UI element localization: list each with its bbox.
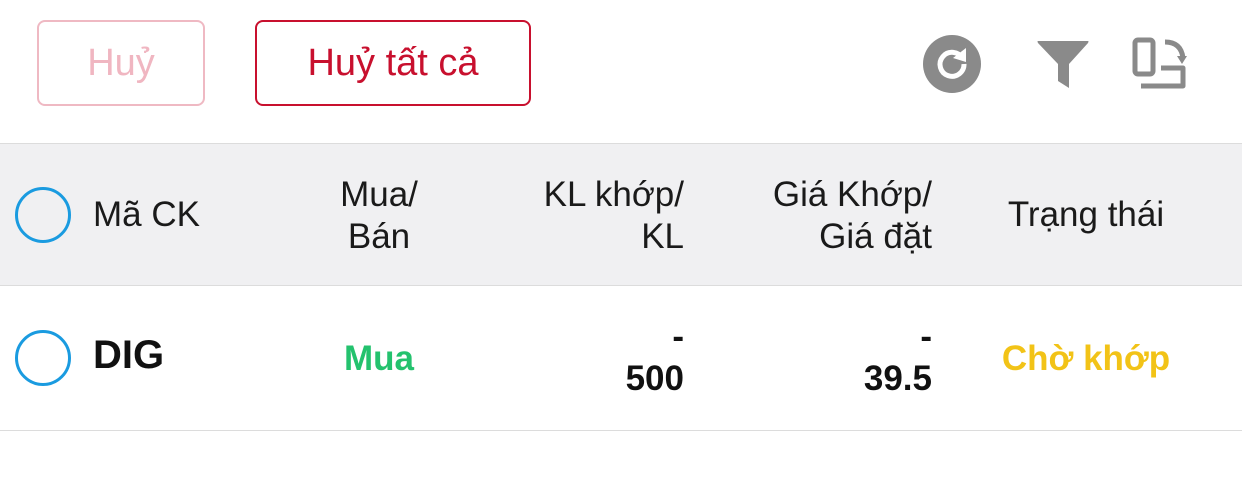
cancel-all-button[interactable]: Huỷ tất cả (255, 20, 531, 106)
header-quantity: KL khớp/ KL (484, 174, 684, 258)
status-badge: Chờ khớp (1001, 339, 1171, 378)
header-price: Giá Khớp/ Giá đặt (700, 174, 932, 258)
stock-code: DIG (93, 333, 165, 377)
header-quantity-line1: KL khớp/ (543, 175, 684, 214)
header-side-line2: Bán (347, 217, 411, 256)
header-quantity-line2: KL (641, 217, 684, 256)
order-price: 39.5 (863, 359, 932, 398)
header-code: Mã CK (93, 195, 200, 234)
toolbar: Huỷ Huỷ tất cả (0, 0, 1242, 143)
header-side-line1: Mua/ (340, 175, 418, 214)
layout-switch-icon[interactable] (1131, 36, 1189, 94)
matched-quantity: - (672, 317, 684, 356)
quantity-cell: - 500 (484, 316, 684, 400)
table-header: Mã CK Mua/ Bán KL khớp/ KL Giá Khớp/ Giá… (0, 143, 1242, 286)
header-price-line2: Giá đặt (819, 217, 932, 256)
header-status: Trạng thái (1007, 195, 1165, 234)
header-side: Mua/ Bán (304, 174, 454, 258)
row-select-radio[interactable] (15, 330, 71, 386)
price-cell: - 39.5 (700, 316, 932, 400)
header-price-line1: Giá Khớp/ (772, 175, 932, 214)
cancel-button[interactable]: Huỷ (37, 20, 205, 106)
refresh-icon[interactable] (922, 34, 982, 94)
filter-icon[interactable] (1036, 38, 1090, 92)
order-quantity: 500 (625, 359, 684, 398)
order-side: Mua (344, 339, 414, 378)
matched-price: - (920, 317, 932, 356)
table-row[interactable]: DIG Mua - 500 - 39.5 Chờ khớp (0, 286, 1242, 431)
select-all-radio[interactable] (15, 187, 71, 243)
